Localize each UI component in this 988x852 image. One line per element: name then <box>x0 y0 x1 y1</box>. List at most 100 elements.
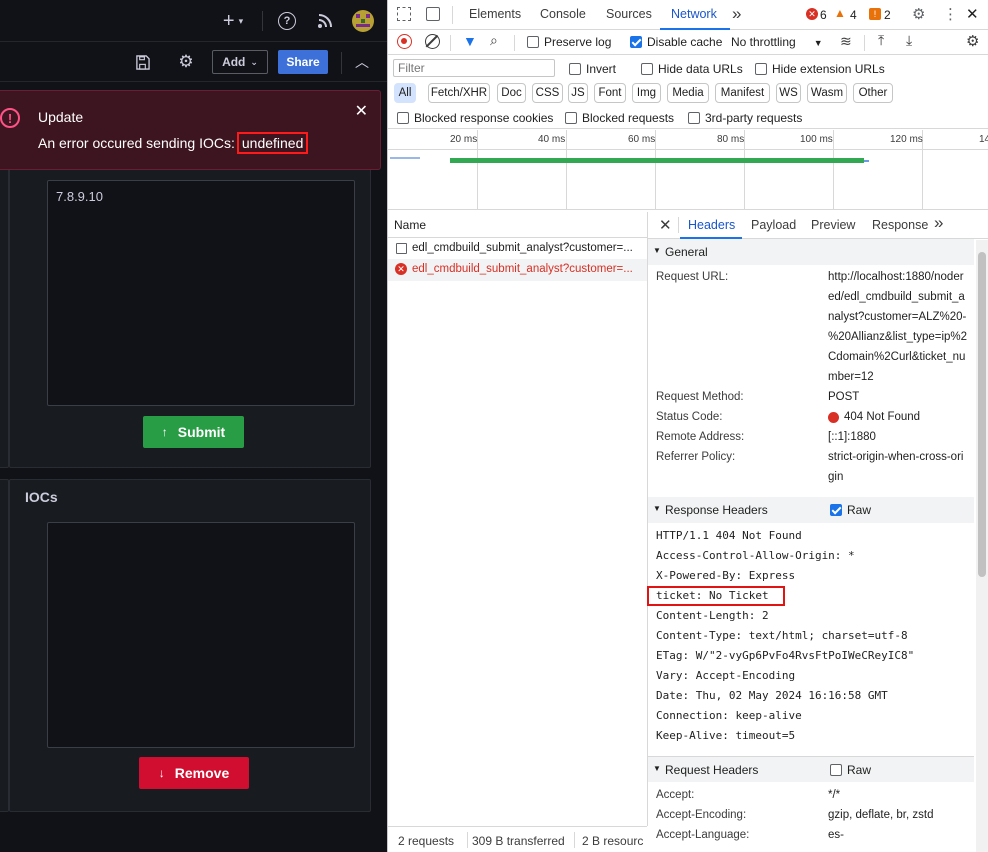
ioc-textarea[interactable]: 7.8.9.10 <box>47 180 355 406</box>
name-column-header[interactable]: Name <box>394 218 426 232</box>
tab-elements[interactable]: Elements <box>469 7 521 21</box>
toast-message: An error occured sending IOCs: undefined <box>38 132 309 154</box>
hide-data-urls-label: Hide data URLs <box>658 62 743 76</box>
tab-headers[interactable]: Headers <box>688 218 735 232</box>
timeline-tick: 60 ms <box>628 134 656 145</box>
chevron-up-icon[interactable]: ︿ <box>352 52 372 72</box>
remove-label: Remove <box>174 765 230 781</box>
rss-icon[interactable] <box>315 11 335 31</box>
record-icon[interactable] <box>397 34 412 49</box>
help-icon[interactable]: ? <box>278 12 296 30</box>
error-count[interactable]: 6 <box>820 8 827 22</box>
gear-icon[interactable]: ⚙ <box>912 5 925 23</box>
blocked-requests-checkbox[interactable]: Blocked requests <box>565 111 674 125</box>
avatar-icon[interactable] <box>352 10 374 32</box>
request-row-selected[interactable]: ✕ edl_cmdbuild_submit_analyst?customer=.… <box>388 259 647 281</box>
type-filter-other[interactable]: Other <box>853 83 893 103</box>
tab-preview[interactable]: Preview <box>811 218 855 232</box>
upload-icon[interactable]: ⤒ <box>878 32 884 49</box>
warning-icon: ▲ <box>834 6 846 20</box>
type-filter-img[interactable]: Img <box>632 83 661 103</box>
general-section-header[interactable]: ▼ General <box>648 239 974 265</box>
search-icon[interactable]: ⌕ <box>490 32 498 49</box>
hide-extension-urls-checkbox[interactable]: Hide extension URLs <box>755 62 885 76</box>
referrer-policy-label: Referrer Policy: <box>656 451 736 463</box>
add-button[interactable]: Add ⌄ <box>212 50 268 74</box>
tab-sources[interactable]: Sources <box>606 7 652 21</box>
more-tabs-icon[interactable]: » <box>934 213 943 233</box>
response-header-line: Vary: Accept-Encoding <box>656 669 796 682</box>
warning-count[interactable]: 4 <box>850 8 857 22</box>
error-icon: ✕ <box>395 263 407 275</box>
type-filter-wasm[interactable]: Wasm <box>807 83 847 103</box>
preserve-log-checkbox[interactable]: Preserve log <box>527 35 611 49</box>
raw-checkbox[interactable]: Raw <box>830 763 871 777</box>
remove-button[interactable]: ↓ Remove <box>139 757 249 789</box>
disable-cache-checkbox[interactable]: Disable cache <box>630 35 722 49</box>
divider <box>678 217 679 233</box>
close-icon[interactable]: ✕ <box>659 216 672 234</box>
iocs-textarea[interactable] <box>47 522 355 748</box>
type-filter-all[interactable]: All <box>394 83 416 103</box>
submit-button[interactable]: ↑ Submit <box>143 416 244 448</box>
caret-down-icon: ▼ <box>653 764 661 773</box>
more-tabs-icon[interactable]: » <box>732 4 741 24</box>
type-filter-media[interactable]: Media <box>667 83 709 103</box>
raw-label: Raw <box>847 763 872 777</box>
issues-count[interactable]: 2 <box>884 8 891 22</box>
save-icon[interactable] <box>132 52 152 72</box>
response-headers-section-header[interactable]: ▼ Response Headers Raw <box>648 497 974 523</box>
type-filter-js[interactable]: JS <box>568 83 588 103</box>
close-icon[interactable]: ✕ <box>966 5 979 23</box>
remote-address-label: Remote Address: <box>656 431 745 443</box>
scrollbar[interactable] <box>976 240 988 852</box>
kebab-menu-icon[interactable]: ⋮ <box>943 5 958 23</box>
chevron-down-icon: ⌄ <box>250 56 258 67</box>
tab-payload[interactable]: Payload <box>751 218 796 232</box>
hide-data-urls-checkbox[interactable]: Hide data URLs <box>641 62 743 76</box>
type-filter-ws[interactable]: WS <box>776 83 801 103</box>
raw-label: Raw <box>847 503 872 517</box>
filter-icon[interactable]: ▼ <box>463 33 477 49</box>
network-conditions-icon[interactable]: ≋ <box>840 33 852 50</box>
type-filter-fetch[interactable]: Fetch/XHR <box>428 83 490 103</box>
tab-network[interactable]: Network <box>671 7 717 21</box>
timeline-waterfall-bar <box>450 158 864 163</box>
download-icon[interactable]: ⤓ <box>906 32 912 49</box>
tab-console[interactable]: Console <box>540 7 586 21</box>
disable-cache-label: Disable cache <box>647 35 723 49</box>
referrer-policy-line: gin <box>828 471 844 483</box>
invert-checkbox[interactable]: Invert <box>569 62 616 76</box>
type-filter-font[interactable]: Font <box>594 83 626 103</box>
filter-input[interactable] <box>393 59 555 77</box>
plus-icon[interactable]: + ▾ <box>216 10 250 32</box>
type-filter-manifest[interactable]: Manifest <box>715 83 770 103</box>
gear-icon[interactable]: ⚙ <box>966 32 979 50</box>
input-panel: 7.8.9.10 ↑ Submit <box>9 165 371 468</box>
request-headers-section-header[interactable]: ▼ Request Headers Raw <box>648 756 974 782</box>
clear-icon[interactable] <box>425 34 440 49</box>
scrollbar-thumb[interactable] <box>978 252 986 577</box>
share-button[interactable]: Share <box>278 50 328 74</box>
request-name: edl_cmdbuild_submit_analyst?customer=... <box>412 263 633 275</box>
filter-row: Invert Hide data URLs Hide extension URL… <box>388 55 988 81</box>
blocked-cookies-checkbox[interactable]: Blocked response cookies <box>397 111 553 125</box>
type-filter-css[interactable]: CSS <box>532 83 563 103</box>
inspect-icon[interactable] <box>397 7 411 21</box>
issues-icon: ! <box>869 8 881 20</box>
timeline-tick: 20 ms <box>450 134 478 145</box>
type-filter-doc[interactable]: Doc <box>497 83 526 103</box>
general-title: General <box>665 245 708 259</box>
request-row[interactable]: edl_cmdbuild_submit_analyst?customer=... <box>388 239 647 259</box>
third-party-checkbox[interactable]: 3rd-party requests <box>688 111 802 125</box>
third-party-label: 3rd-party requests <box>705 111 803 125</box>
device-toolbar-icon[interactable] <box>426 7 440 21</box>
timeline-tick: 40 ms <box>538 134 566 145</box>
tab-response[interactable]: Response <box>872 218 928 232</box>
throttling-select[interactable]: No throttling ▼ <box>731 35 823 49</box>
gear-icon[interactable]: ⚙ <box>176 52 196 72</box>
raw-checkbox[interactable]: Raw <box>830 503 871 517</box>
close-icon[interactable]: ✕ <box>355 101 368 121</box>
response-header-line: Content-Type: text/html; charset=utf-8 <box>656 629 908 642</box>
timeline-gridline <box>566 130 567 210</box>
